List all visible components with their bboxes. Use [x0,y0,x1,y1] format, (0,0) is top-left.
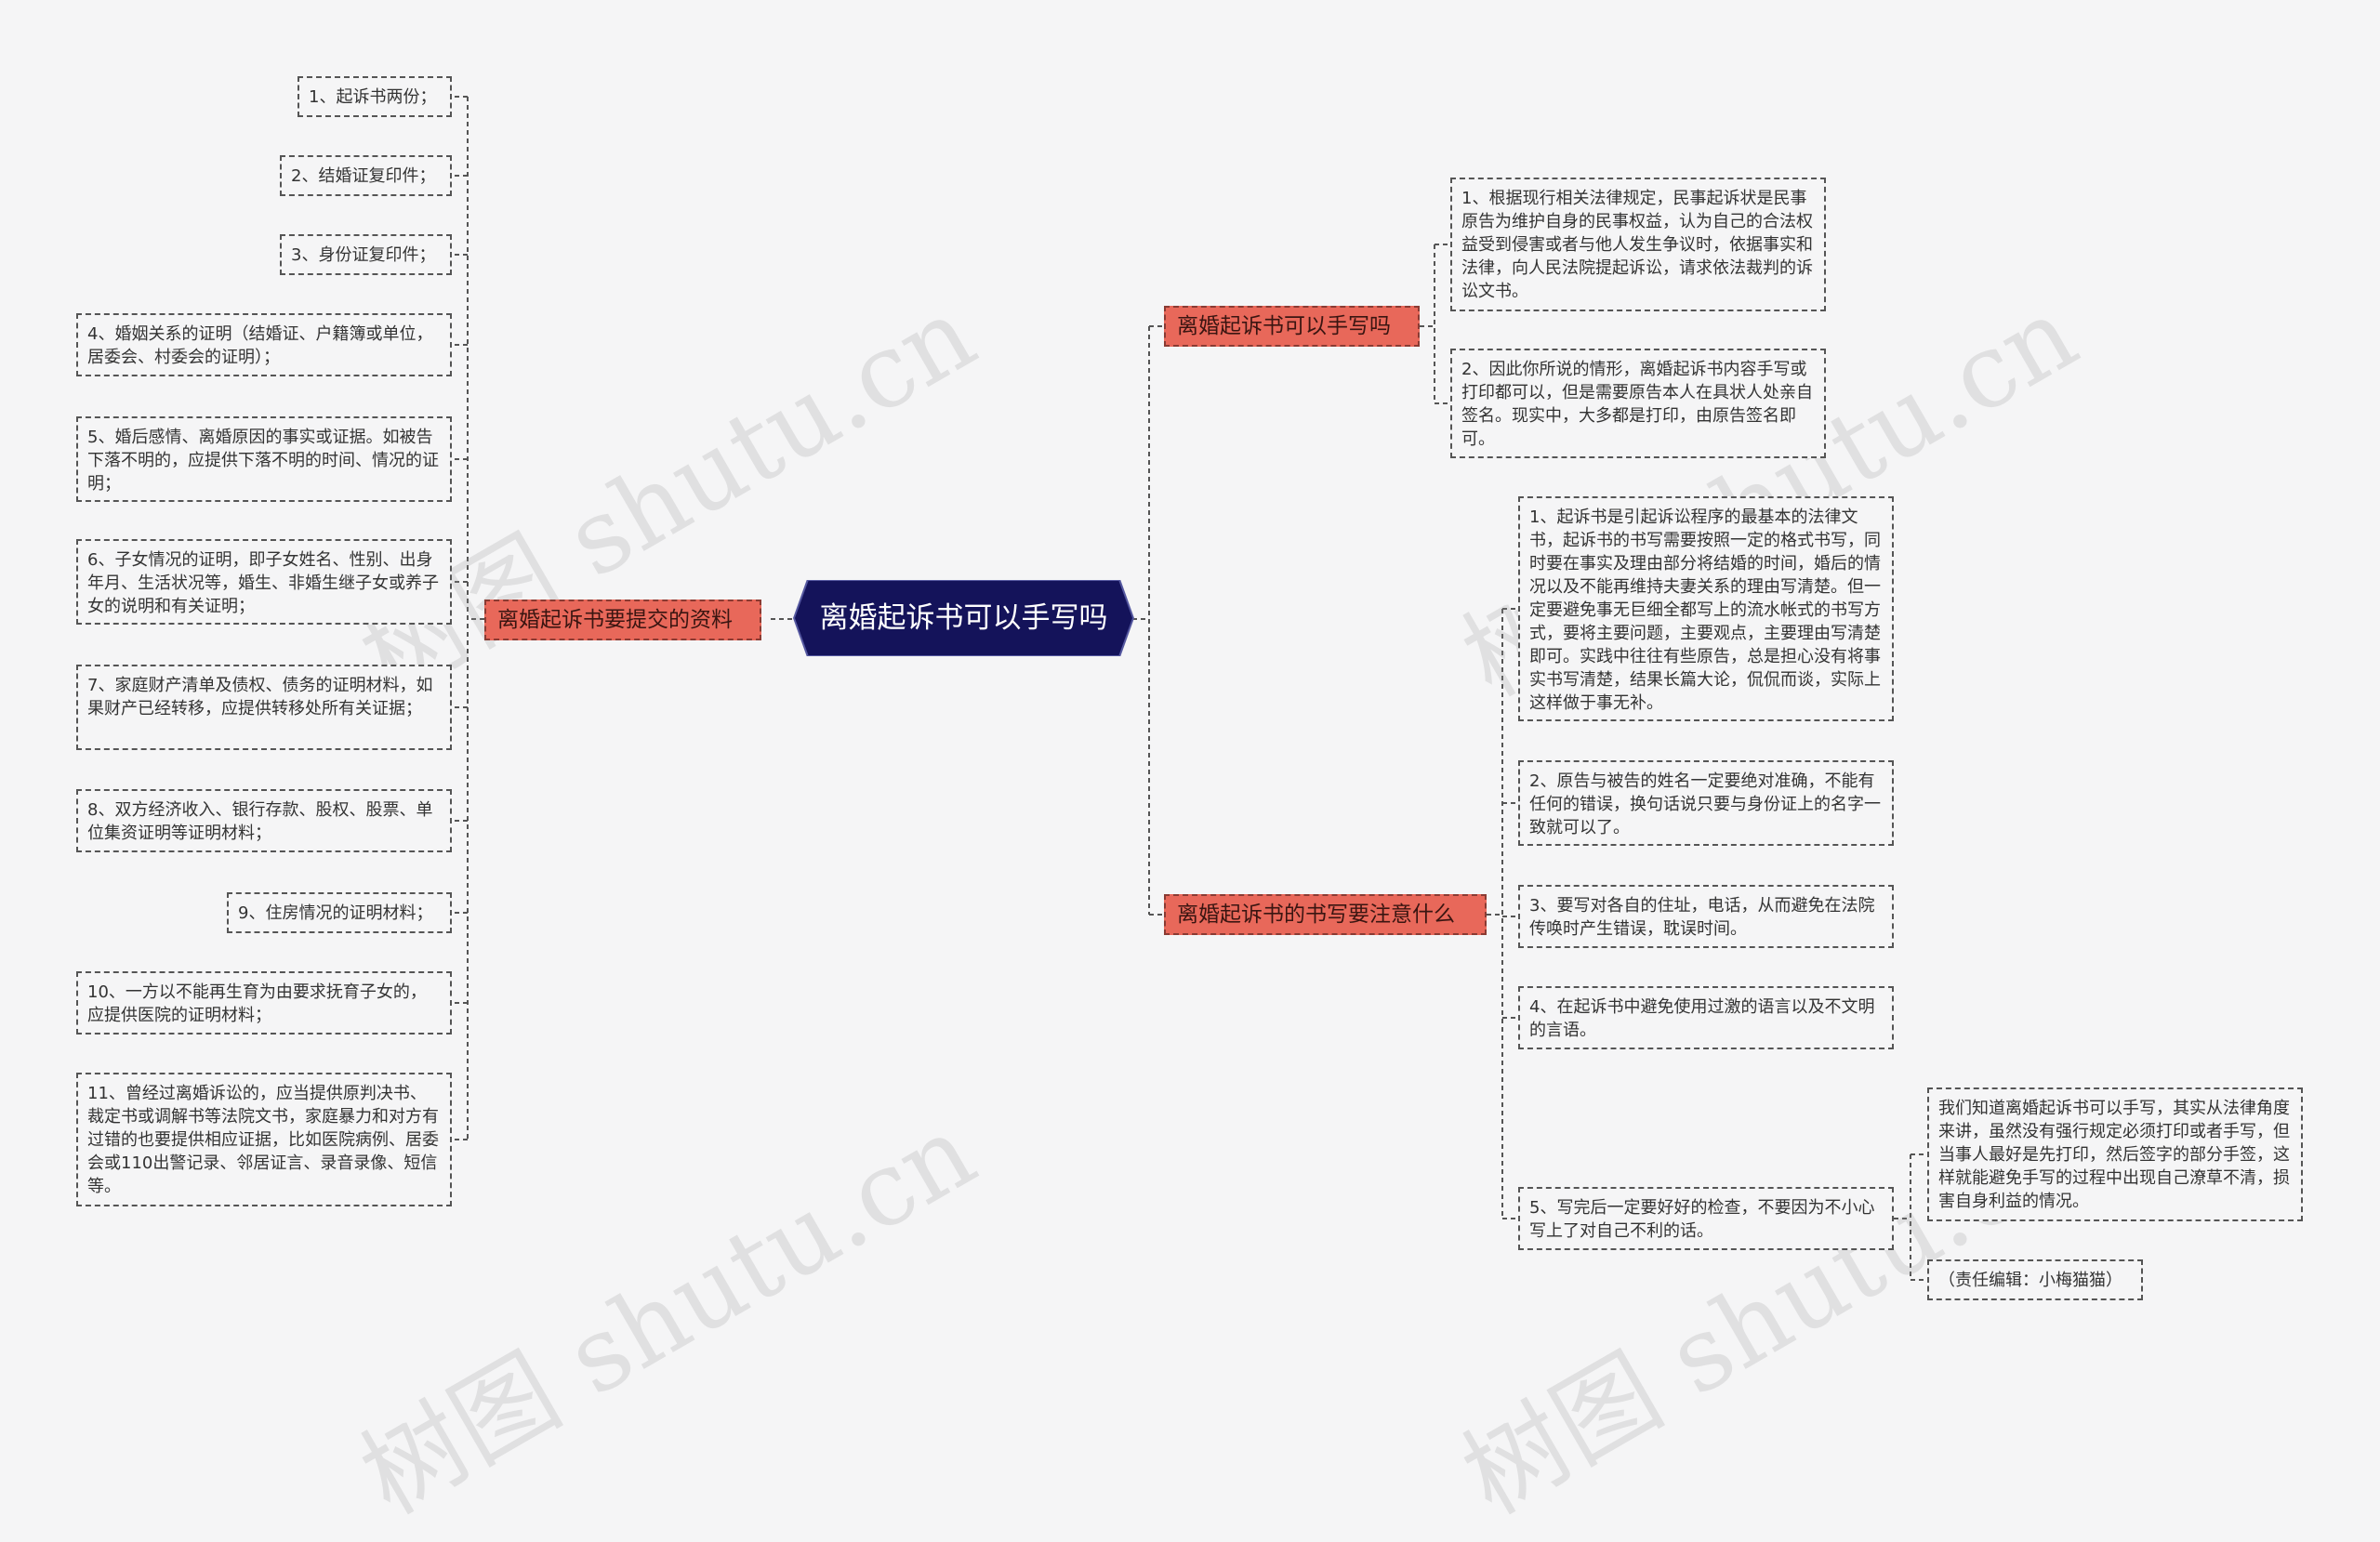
notes-item: 1、起诉书是引起诉讼程序的最基本的法律文书，起诉书的书写需要按照一定的格式书写，… [1518,496,1894,721]
notes-item: 5、写完后一定要好好的检查，不要因为不小心写上了对自己不利的话。 [1518,1187,1894,1250]
materials-item: 5、婚后感情、离婚原因的事实或证据。如被告下落不明的，应提供下落不明的时间、情况… [76,416,452,502]
branch-handwrite[interactable]: 离婚起诉书可以手写吗 [1164,306,1420,347]
materials-item: 2、结婚证复印件； [280,155,452,196]
materials-item: 10、一方以不能再生育为由要求抚育子女的，应提供医院的证明材料； [76,971,452,1035]
root-node[interactable]: 离婚起诉书可以手写吗 [795,581,1132,655]
notes-item: 4、在起诉书中避免使用过激的语言以及不文明的言语。 [1518,986,1894,1049]
materials-item: 11、曾经过离婚诉讼的，应当提供原判决书、裁定书或调解书等法院文书，家庭暴力和对… [76,1073,452,1206]
materials-item: 4、婚姻关系的证明（结婚证、户籍簿或单位，居委会、村委会的证明）； [76,313,452,376]
notes-item: 2、原告与被告的姓名一定要绝对准确，不能有任何的错误，换句话说只要与身份证上的名… [1518,760,1894,846]
materials-item: 6、子女情况的证明，即子女姓名、性别、出身年月、生活状况等，婚生、非婚生继子女或… [76,539,452,625]
notes-editor-credit: （责任编辑：小梅猫猫） [1927,1259,2143,1300]
handwrite-item: 2、因此你所说的情形，离婚起诉书内容手写或打印都可以，但是需要原告本人在具状人处… [1450,349,1826,458]
handwrite-item: 1、根据现行相关法律规定，民事起诉状是民事原告为维护自身的民事权益，认为自己的合… [1450,178,1826,311]
branch-notes[interactable]: 离婚起诉书的书写要注意什么 [1164,894,1487,935]
materials-item: 7、家庭财产清单及债权、债务的证明材料，如果财产已经转移，应提供转移处所有关证据… [76,665,452,750]
materials-item: 1、起诉书两份； [298,76,452,117]
materials-item: 3、身份证复印件； [280,234,452,275]
materials-item: 9、住房情况的证明材料； [227,892,452,933]
notes-subitem: 我们知道离婚起诉书可以手写，其实从法律角度来讲，虽然没有强行规定必须打印或者手写… [1927,1087,2303,1221]
materials-item: 8、双方经济收入、银行存款、股权、股票、单位集资证明等证明材料； [76,789,452,852]
notes-item: 3、要写对各自的住址，电话，从而避免在法院传唤时产生错误，耽误时间。 [1518,885,1894,948]
mindmap-canvas: 树图 shutu.cn 树图 shutu.cn 树图 shutu.cn 树图 s… [0,0,2380,1536]
branch-materials[interactable]: 离婚起诉书要提交的资料 [484,600,761,640]
